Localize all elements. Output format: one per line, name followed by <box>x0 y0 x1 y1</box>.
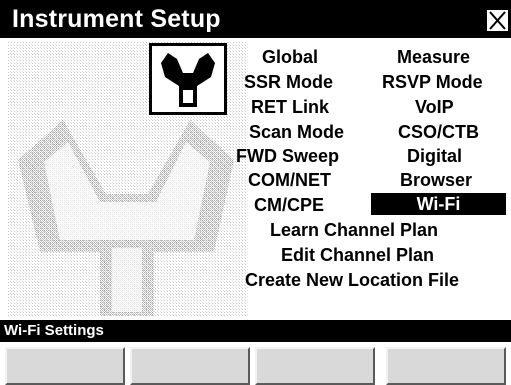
menu-item-scan-mode[interactable]: Scan Mode <box>249 121 344 143</box>
menu-item-global[interactable]: Global <box>262 46 318 68</box>
menu-item-browser[interactable]: Browser <box>400 169 472 191</box>
title-bar: Instrument Setup <box>0 0 511 38</box>
close-icon <box>489 11 506 30</box>
setup-logo <box>149 43 227 115</box>
status-text: Wi-Fi Settings <box>4 322 104 339</box>
menu-item-measure[interactable]: Measure <box>397 46 470 68</box>
menu-item-digital[interactable]: Digital <box>407 145 462 167</box>
menu-item-ret-link[interactable]: RET Link <box>251 96 329 118</box>
menu-panel: Global Measure SSR Mode RSVP Mode RET Li… <box>0 38 511 320</box>
menu-item-voip[interactable]: VoIP <box>415 96 454 118</box>
status-bar: Wi-Fi Settings <box>0 320 511 342</box>
softkey-bar <box>0 342 511 385</box>
softkey-1[interactable] <box>5 347 125 385</box>
close-button[interactable] <box>486 9 509 32</box>
menu-item-rsvp-mode[interactable]: RSVP Mode <box>382 71 483 93</box>
menu-item-cso-ctb[interactable]: CSO/CTB <box>398 121 479 143</box>
menu-item-fwd-sweep[interactable]: FWD Sweep <box>236 145 339 167</box>
window-title: Instrument Setup <box>12 5 221 33</box>
menu-item-learn-channel-plan[interactable]: Learn Channel Plan <box>270 219 438 241</box>
menu-item-cm-cpe[interactable]: CM/CPE <box>254 194 324 216</box>
softkey-2[interactable] <box>130 347 250 385</box>
menu-item-edit-channel-plan[interactable]: Edit Channel Plan <box>281 244 434 266</box>
menu-item-ssr-mode[interactable]: SSR Mode <box>244 71 333 93</box>
menu-item-com-net[interactable]: COM/NET <box>248 169 331 191</box>
menu-item-create-new-location-file[interactable]: Create New Location File <box>245 269 459 291</box>
softkey-3[interactable] <box>255 347 375 385</box>
instrument-setup-screen: Instrument Setup Global Measure SSR Mode… <box>0 0 511 385</box>
softkey-4[interactable] <box>386 347 506 385</box>
wrench-icon <box>161 53 215 107</box>
menu-item-wi-fi[interactable]: Wi-Fi <box>371 193 506 215</box>
